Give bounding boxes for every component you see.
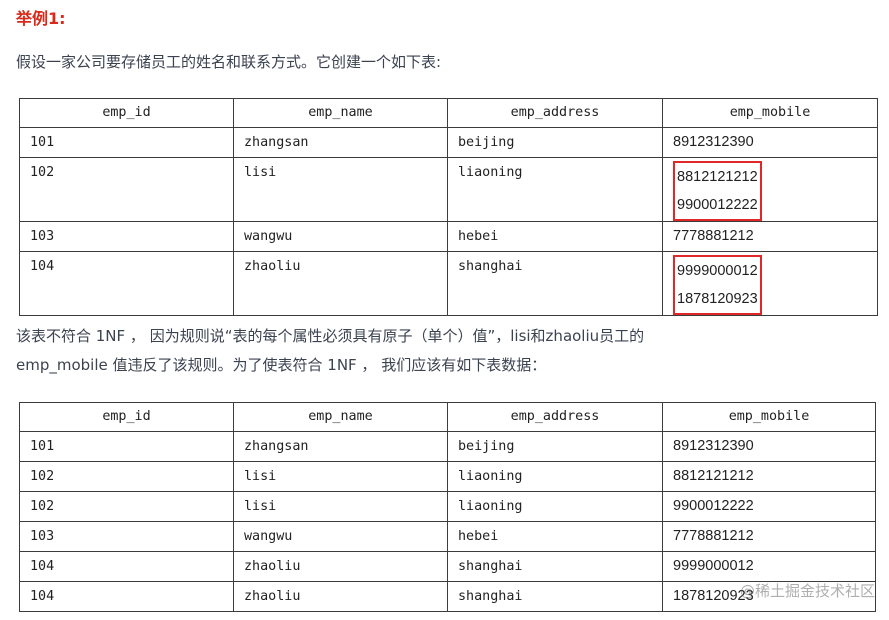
cell-emp-mobile: 7778881212 bbox=[662, 521, 876, 552]
cell-emp-address: beijing bbox=[447, 127, 663, 158]
cell-emp-mobile: 7778881212 bbox=[662, 221, 878, 252]
cell-emp-id: 101 bbox=[19, 431, 234, 462]
explanation-paragraph: 该表不符合 1NF ， 因为规则说“表的每个属性必须具有原子（单个）值”，lis… bbox=[16, 322, 644, 380]
table-header-row: emp_id emp_name emp_address emp_mobile bbox=[19, 98, 878, 128]
highlight-box: 9999000012 1878120923 bbox=[673, 255, 762, 315]
cell-emp-id: 101 bbox=[19, 127, 234, 158]
watermark: @稀土掘金技术社区 bbox=[739, 582, 875, 600]
table-row: 102 lisi liaoning 9900012222 bbox=[19, 491, 876, 522]
cell-emp-mobile: 8812121212 bbox=[662, 461, 876, 492]
cell-emp-mobile: 9900012222 bbox=[662, 491, 876, 522]
cell-emp-name: zhangsan bbox=[233, 127, 448, 158]
cell-emp-mobile-multi: 8812121212 9900012222 bbox=[662, 157, 878, 222]
table-unnormalized: emp_id emp_name emp_address emp_mobile 1… bbox=[19, 98, 878, 316]
explanation-line-1: 该表不符合 1NF ， 因为规则说“表的每个属性必须具有原子（单个）值”，lis… bbox=[16, 327, 645, 345]
column-header-emp-address: emp_address bbox=[447, 402, 663, 432]
mobile-value: 9999000012 bbox=[677, 263, 758, 279]
mobile-value: 9900012222 bbox=[677, 197, 758, 213]
cell-emp-address: hebei bbox=[447, 221, 663, 252]
column-header-emp-id: emp_id bbox=[19, 98, 234, 128]
cell-emp-mobile: 8912312390 bbox=[662, 127, 878, 158]
example-heading: 举例1: bbox=[16, 9, 66, 28]
cell-emp-id: 104 bbox=[19, 551, 234, 582]
cell-emp-address: shanghai bbox=[447, 551, 663, 582]
cell-emp-address: liaoning bbox=[447, 491, 663, 522]
mobile-value: 8812121212 bbox=[677, 169, 758, 185]
column-header-emp-id: emp_id bbox=[19, 402, 234, 432]
table-header-row: emp_id emp_name emp_address emp_mobile bbox=[19, 402, 876, 432]
table-row: 101 zhangsan beijing 8912312390 bbox=[19, 431, 876, 462]
cell-emp-name: wangwu bbox=[233, 521, 448, 552]
cell-emp-name: wangwu bbox=[233, 221, 448, 252]
cell-emp-mobile: 8912312390 bbox=[662, 431, 876, 462]
cell-emp-name: zhangsan bbox=[233, 431, 448, 462]
cell-emp-id: 103 bbox=[19, 221, 234, 252]
table-row: 104 zhaoliu shanghai 9999000012 18781209… bbox=[19, 251, 878, 316]
cell-emp-address: shanghai bbox=[447, 251, 663, 316]
column-header-emp-address: emp_address bbox=[447, 98, 663, 128]
column-header-emp-name: emp_name bbox=[233, 98, 448, 128]
table-row: 102 lisi liaoning 8812121212 bbox=[19, 461, 876, 492]
cell-emp-name: lisi bbox=[233, 157, 448, 222]
table-row: 102 lisi liaoning 8812121212 9900012222 bbox=[19, 157, 878, 222]
cell-emp-address: shanghai bbox=[447, 581, 663, 612]
cell-emp-name: lisi bbox=[233, 491, 448, 522]
cell-emp-id: 104 bbox=[19, 251, 234, 316]
cell-emp-address: liaoning bbox=[447, 157, 663, 222]
column-header-emp-name: emp_name bbox=[233, 402, 448, 432]
table-row: 101 zhangsan beijing 8912312390 bbox=[19, 127, 878, 158]
cell-emp-mobile: 9999000012 bbox=[662, 551, 876, 582]
column-header-emp-mobile: emp_mobile bbox=[662, 98, 878, 128]
highlight-box: 8812121212 9900012222 bbox=[673, 161, 762, 221]
explanation-line-2: emp_mobile 值违反了该规则。为了使表符合 1NF ， 我们应该有如下表… bbox=[16, 356, 547, 374]
cell-emp-id: 102 bbox=[19, 461, 234, 492]
intro-paragraph: 假设一家公司要存储员工的姓名和联系方式。它创建一个如下表: bbox=[16, 53, 442, 71]
cell-emp-id: 102 bbox=[19, 157, 234, 222]
cell-emp-name: lisi bbox=[233, 461, 448, 492]
cell-emp-address: hebei bbox=[447, 521, 663, 552]
cell-emp-name: zhaoliu bbox=[233, 251, 448, 316]
column-header-emp-mobile: emp_mobile bbox=[662, 402, 876, 432]
table-row: 104 zhaoliu shanghai 9999000012 bbox=[19, 551, 876, 582]
cell-emp-name: zhaoliu bbox=[233, 551, 448, 582]
table-row: 103 wangwu hebei 7778881212 bbox=[19, 521, 876, 552]
table-row: 103 wangwu hebei 7778881212 bbox=[19, 221, 878, 252]
cell-emp-id: 104 bbox=[19, 581, 234, 612]
mobile-value: 1878120923 bbox=[677, 291, 758, 307]
cell-emp-id: 102 bbox=[19, 491, 234, 522]
cell-emp-mobile-multi: 9999000012 1878120923 bbox=[662, 251, 878, 316]
cell-emp-name: zhaoliu bbox=[233, 581, 448, 612]
cell-emp-id: 103 bbox=[19, 521, 234, 552]
cell-emp-address: liaoning bbox=[447, 461, 663, 492]
cell-emp-address: beijing bbox=[447, 431, 663, 462]
